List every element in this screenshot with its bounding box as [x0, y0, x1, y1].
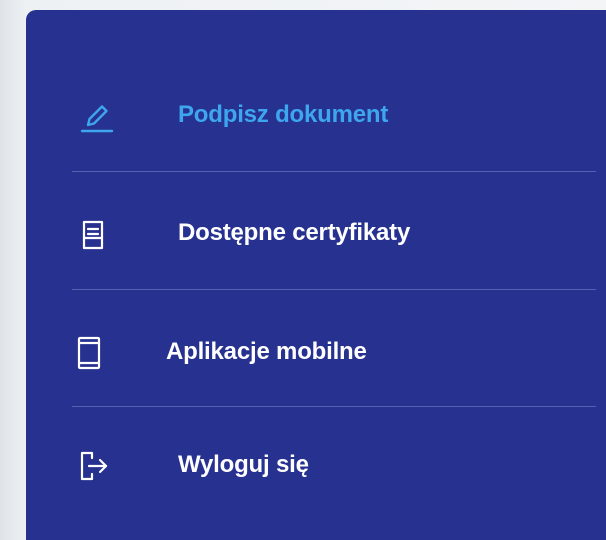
menu-item-label: Podpisz dokument: [178, 101, 389, 128]
pen-icon: [80, 100, 114, 134]
menu-item-logout[interactable]: Wyloguj się: [26, 409, 606, 527]
menu-item-available-certificates[interactable]: Dostępne certyfikaty: [26, 174, 606, 292]
side-menu: Podpisz dokument Dostępne certyfikaty Ap…: [26, 10, 606, 540]
menu-divider: [72, 289, 596, 290]
menu-item-label: Dostępne certyfikaty: [178, 219, 411, 246]
menu-divider: [72, 171, 596, 172]
menu-item-label: Wyloguj się: [178, 451, 309, 478]
menu-item-mobile-apps[interactable]: Aplikacje mobilne: [26, 292, 606, 410]
logout-icon: [76, 449, 110, 483]
mobile-device-icon: [72, 336, 106, 370]
menu-item-sign-document[interactable]: Podpisz dokument: [26, 58, 606, 176]
document-icon: [76, 218, 110, 252]
menu-item-label: Aplikacje mobilne: [166, 338, 367, 365]
menu-divider: [72, 406, 596, 407]
